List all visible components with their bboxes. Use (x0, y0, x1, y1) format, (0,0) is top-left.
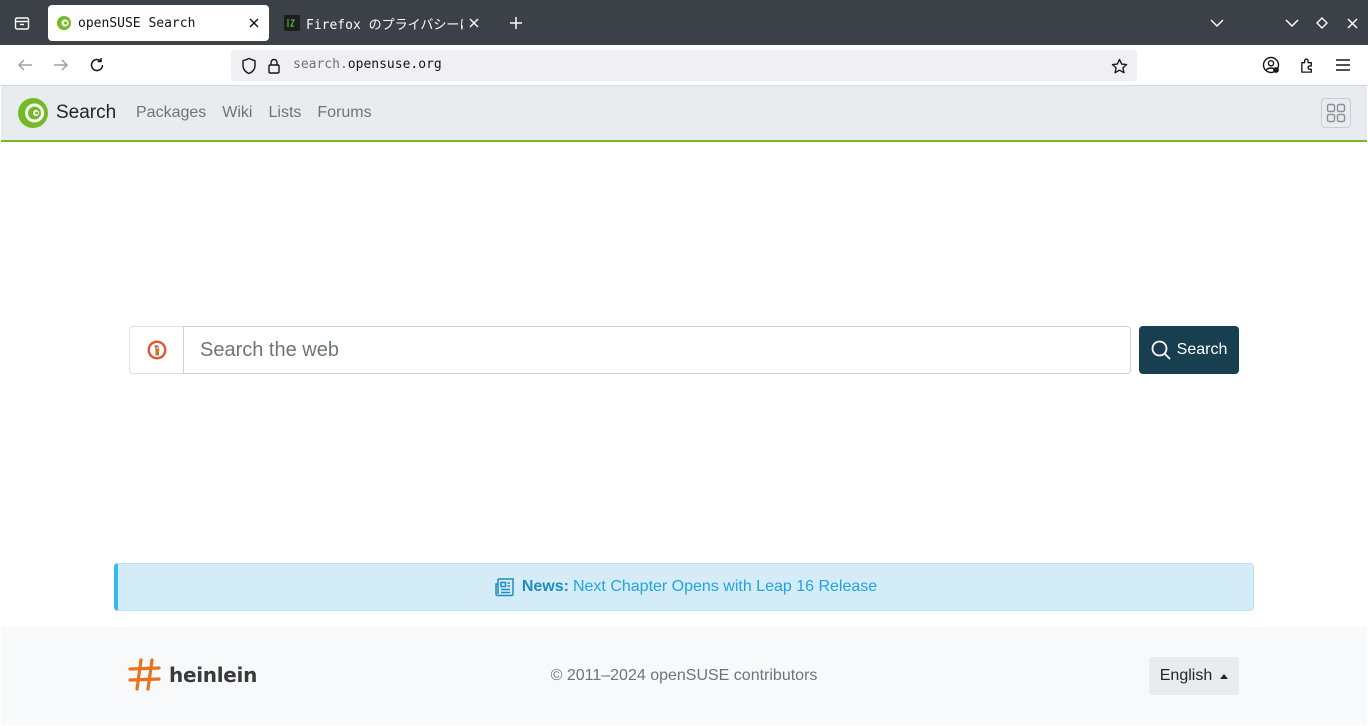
tab-list-icon[interactable] (8, 9, 36, 37)
search-engine-selector[interactable] (129, 326, 183, 374)
nav-link-wiki[interactable]: Wiki (222, 104, 252, 122)
reload-icon[interactable] (82, 51, 112, 79)
new-tab-plus-icon[interactable] (503, 11, 529, 35)
list-all-tabs-chevron-icon[interactable] (1204, 11, 1230, 35)
caret-up-icon (1220, 673, 1229, 679)
tab-title: Firefox のプライバシーに関 (306, 17, 463, 33)
opensuse-favicon-icon (57, 16, 71, 30)
close-window-icon[interactable] (1339, 11, 1365, 35)
news-label: News: (521, 578, 569, 595)
apps-grid-button[interactable] (1321, 98, 1351, 128)
opensuse-logo-icon (18, 98, 48, 128)
newspaper-icon (495, 578, 514, 597)
apps-grid-icon (1326, 103, 1346, 123)
close-tab-icon[interactable] (243, 12, 265, 34)
nav-link-forums[interactable]: Forums (317, 104, 371, 122)
terminal-favicon-icon (284, 15, 300, 31)
menu-hamburger-icon[interactable] (1328, 51, 1358, 79)
account-icon[interactable] (1256, 51, 1286, 79)
lock-icon[interactable] (263, 54, 285, 78)
duckduckgo-icon (147, 340, 166, 360)
extensions-puzzle-icon[interactable] (1292, 51, 1322, 79)
search-icon (1151, 340, 1171, 360)
url-subdomain: search. (293, 57, 348, 72)
url-text[interactable]: search.opensuse.org (293, 57, 442, 72)
nav-link-lists[interactable]: Lists (268, 104, 301, 122)
tab-opensuse-search[interactable]: openSUSE Search (48, 5, 269, 41)
tracking-protection-shield-icon[interactable] (237, 54, 261, 78)
site-footer: heinlein © 2011–2024 openSUSE contributo… (1, 627, 1367, 725)
browser-nav-bar: search.opensuse.org (0, 45, 1368, 86)
news-banner: News: Next Chapter Opens with Leap 16 Re… (114, 563, 1254, 611)
tab-title: openSUSE Search (78, 15, 196, 31)
back-arrow-icon[interactable] (10, 51, 40, 79)
minimize-chevron-icon[interactable] (1279, 11, 1305, 35)
brand-home-link[interactable]: Search (17, 97, 116, 129)
search-button[interactable]: Search (1139, 326, 1239, 374)
search-button-label: Search (1176, 341, 1228, 358)
address-bar[interactable]: search.opensuse.org (231, 50, 1137, 81)
bookmark-star-icon[interactable] (1107, 54, 1131, 78)
search-input[interactable] (183, 326, 1131, 374)
news-headline-link[interactable]: Next Chapter Opens with Leap 16 Release (573, 578, 877, 596)
brand-title: Search (56, 102, 117, 123)
search-form (129, 326, 1131, 374)
forward-arrow-icon[interactable] (46, 51, 76, 79)
url-domain: opensuse.org (347, 57, 442, 72)
maximize-diamond-icon[interactable] (1309, 11, 1335, 35)
site-nav: Packages Wiki Lists Forums (136, 104, 388, 122)
close-tab-icon[interactable] (463, 12, 485, 34)
tab-firefox-privacy[interactable]: Firefox のプライバシーに関 (276, 5, 489, 41)
language-label: English (1159, 667, 1213, 684)
language-selector[interactable]: English (1149, 657, 1239, 695)
nav-link-packages[interactable]: Packages (136, 104, 206, 122)
site-header: Search Packages Wiki Lists Forums (1, 86, 1367, 142)
browser-tab-bar: openSUSE Search Firefox のプライバシーに関 (0, 0, 1368, 45)
